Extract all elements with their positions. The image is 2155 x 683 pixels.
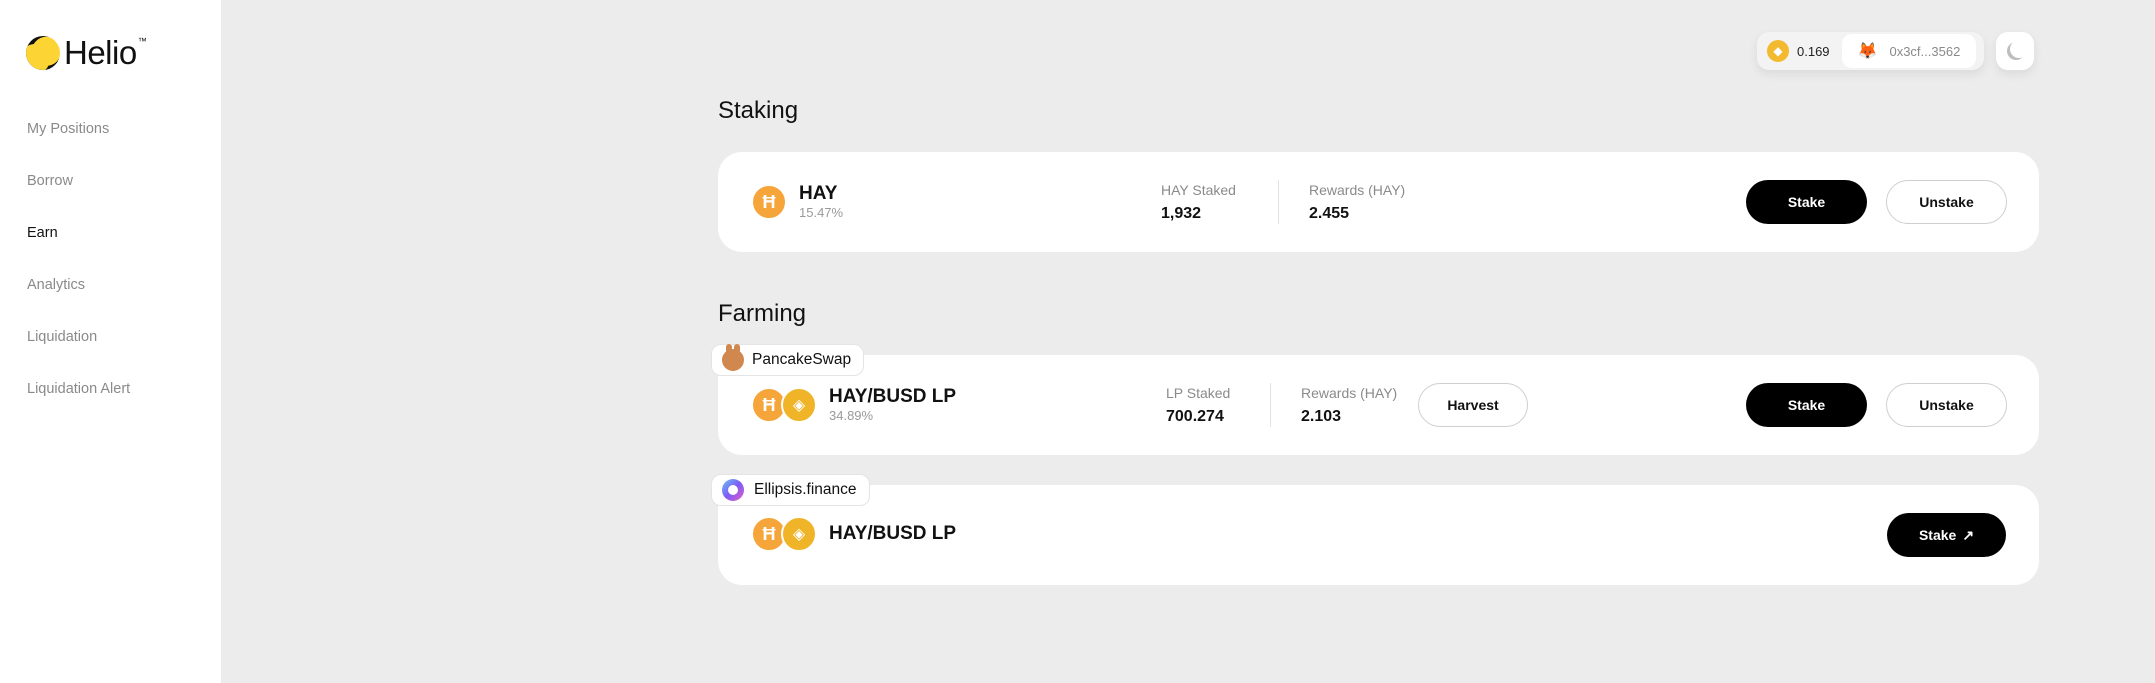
stat-value: 700.274 bbox=[1166, 408, 1224, 425]
busd-coin-icon: ◈ bbox=[781, 387, 817, 423]
farming-card-ellipsis: Ħ ◈ HAY/BUSD LP Stake ↗ bbox=[718, 485, 2039, 585]
sidebar-item-liquidation[interactable]: Liquidation bbox=[27, 326, 130, 378]
stake-external-button[interactable]: Stake ↗ bbox=[1887, 513, 2006, 557]
source-name: Ellipsis.finance bbox=[754, 481, 857, 498]
wallet-address: 0x3cf...3562 bbox=[1889, 43, 1961, 59]
sidebar: Helio ™ My Positions Borrow Earn Analyti… bbox=[0, 0, 221, 683]
wallet-balance-pill[interactable]: ◆ 0.169 🦊 0x3cf...3562 bbox=[1757, 32, 1985, 70]
theme-toggle-button[interactable] bbox=[1996, 32, 2035, 70]
staked-stat: LP Staked 700.274 bbox=[1166, 384, 1230, 430]
helio-sun-icon bbox=[26, 36, 60, 70]
hay-coin-icon: Ħ bbox=[751, 184, 787, 220]
source-name: PancakeSwap bbox=[752, 351, 852, 368]
staking-title: Staking bbox=[718, 97, 799, 124]
ellipsis-finance-icon bbox=[722, 479, 744, 501]
helio-logo[interactable]: Helio ™ bbox=[26, 34, 147, 71]
unstake-button[interactable]: Unstake bbox=[1886, 180, 2007, 224]
token-info: Ħ ◈ HAY/BUSD LP bbox=[751, 516, 956, 552]
external-link-icon: ↗ bbox=[1962, 526, 1975, 543]
token-apr: 15.47% bbox=[799, 205, 844, 220]
staked-stat: HAY Staked 1,932 bbox=[1161, 181, 1236, 227]
unstake-button[interactable]: Unstake bbox=[1886, 383, 2007, 427]
token-info: Ħ HAY 15.47% bbox=[751, 183, 843, 221]
pancakeswap-bunny-icon bbox=[722, 344, 744, 371]
stat-label: Rewards (HAY) bbox=[1309, 182, 1406, 198]
token-name: HAY/BUSD LP bbox=[829, 386, 957, 407]
stat-value: 1,932 bbox=[1161, 205, 1202, 222]
ellipsis-source-tag: Ellipsis.finance bbox=[711, 474, 870, 506]
sidebar-item-liquidation-alert[interactable]: Liquidation Alert bbox=[27, 378, 130, 430]
topbar: ◆ 0.169 🦊 0x3cf...3562 bbox=[1757, 32, 2035, 70]
stat-label: LP Staked bbox=[1166, 385, 1231, 401]
token-name: HAY/BUSD LP bbox=[829, 523, 957, 544]
farming-card-pancakeswap: Ħ ◈ HAY/BUSD LP 34.89% LP Staked 700.274… bbox=[718, 355, 2039, 455]
sidebar-nav: My Positions Borrow Earn Analytics Liqui… bbox=[27, 118, 130, 430]
stat-label: HAY Staked bbox=[1161, 182, 1236, 198]
staking-card-hay: Ħ HAY 15.47% HAY Staked 1,932 Rewards (H… bbox=[718, 152, 2039, 252]
stake-label: Stake bbox=[1918, 527, 1957, 543]
pancakeswap-source-tag: PancakeSwap bbox=[711, 344, 865, 376]
divider bbox=[1278, 180, 1279, 224]
rewards-stat: Rewards (HAY) 2.455 bbox=[1309, 181, 1405, 227]
busd-coin-icon: ◈ bbox=[781, 516, 817, 552]
logo-text: Helio bbox=[64, 34, 137, 71]
farming-title: Farming bbox=[718, 300, 807, 327]
sidebar-item-borrow[interactable]: Borrow bbox=[27, 170, 130, 222]
bnb-icon: ◆ bbox=[1767, 40, 1789, 62]
logo-trademark: ™ bbox=[137, 36, 147, 46]
sidebar-item-my-positions[interactable]: My Positions bbox=[27, 118, 130, 170]
divider bbox=[1270, 383, 1271, 427]
rewards-stat: Rewards (HAY) 2.103 bbox=[1301, 384, 1397, 430]
stake-button[interactable]: Stake bbox=[1746, 383, 1867, 427]
stake-button[interactable]: Stake bbox=[1746, 180, 1867, 224]
wallet-address-button[interactable]: 🦊 0x3cf...3562 bbox=[1841, 34, 1977, 68]
stat-value: 2.455 bbox=[1309, 205, 1350, 222]
bnb-balance: 0.169 bbox=[1797, 43, 1830, 59]
token-apr: 34.89% bbox=[829, 408, 874, 423]
stat-value: 2.103 bbox=[1301, 408, 1342, 425]
metamask-fox-icon: 🦊 bbox=[1857, 43, 1878, 60]
sidebar-item-analytics[interactable]: Analytics bbox=[27, 274, 130, 326]
moon-icon bbox=[2010, 40, 2028, 58]
harvest-button[interactable]: Harvest bbox=[1418, 383, 1528, 427]
stat-label: Rewards (HAY) bbox=[1301, 385, 1398, 401]
token-name: HAY bbox=[799, 183, 838, 204]
sidebar-item-earn[interactable]: Earn bbox=[27, 222, 130, 274]
token-info: Ħ ◈ HAY/BUSD LP 34.89% bbox=[751, 386, 956, 424]
